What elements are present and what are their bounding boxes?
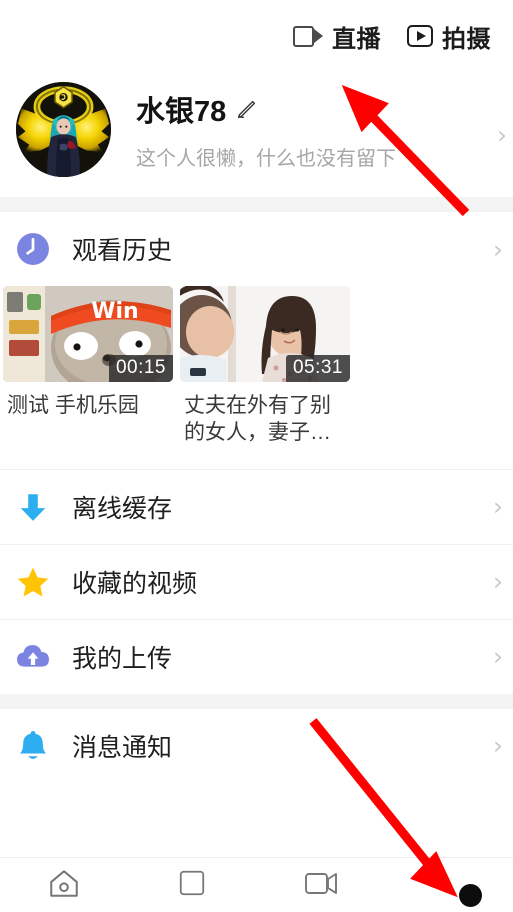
watch-history-chevron-icon: › (493, 234, 503, 264)
nav-square-button[interactable] (128, 868, 256, 903)
video-title: 丈夫在外有了别的女人，妻子却用这... (184, 394, 331, 444)
square-icon (177, 868, 207, 903)
shoot-button-label: 拍摄 (442, 25, 491, 53)
play-square-icon (407, 25, 433, 47)
offline-cache-chevron-icon: › (493, 492, 503, 522)
cloud-upload-icon (16, 640, 50, 674)
video-duration: 05:31 (285, 355, 350, 382)
video-thumbnail[interactable]: 05:31 (180, 286, 350, 382)
notifications-row[interactable]: 消息通知 › (0, 708, 513, 783)
video-camera-icon (293, 25, 323, 47)
pencil-icon[interactable] (236, 99, 257, 120)
video-thumbnail[interactable]: Win 00:15 (3, 286, 173, 382)
watch-history-row[interactable]: 观看历史 › (0, 212, 513, 286)
favorite-videos-chevron-icon: › (493, 567, 503, 597)
video-duration: 00:15 (108, 355, 173, 382)
bottom-navigation-bar (0, 857, 513, 912)
download-arrow-icon (16, 490, 50, 524)
notifications-label: 消息通知 (72, 733, 173, 762)
live-button-label: 直播 (332, 25, 381, 53)
section-divider (0, 197, 513, 212)
video-icon (304, 870, 338, 901)
live-button[interactable]: 直播 (293, 19, 381, 54)
home-icon (47, 866, 81, 905)
watch-history-thumbnails: Win 00:15 测试 手机乐园 05:31 丈夫在外有了别的女人，妻子却 (0, 286, 513, 447)
clock-icon (16, 232, 50, 266)
favorite-videos-row[interactable]: 收藏的视频 › (0, 544, 513, 619)
top-action-bar: 直播 拍摄 (0, 0, 513, 72)
my-uploads-label: 我的上传 (72, 644, 173, 673)
profile-header[interactable]: 水银78 这个人很懒，什么也没有留下 › (0, 72, 513, 197)
history-video-item[interactable]: 05:31 丈夫在外有了别的女人，妻子却用这... (180, 286, 350, 447)
video-title: 测试 手机乐园 (7, 394, 139, 417)
svg-text:Win: Win (91, 299, 138, 324)
profile-info: 水银78 这个人很懒，什么也没有留下 (136, 88, 497, 171)
offline-cache-label: 离线缓存 (72, 494, 173, 523)
history-video-item[interactable]: Win 00:15 测试 手机乐园 (3, 286, 173, 447)
shoot-button[interactable]: 拍摄 (407, 19, 491, 54)
star-icon (16, 565, 50, 599)
profile-description: 这个人很懒，什么也没有留下 (136, 148, 396, 170)
my-uploads-row[interactable]: 我的上传 › (0, 619, 513, 694)
nav-video-button[interactable] (257, 870, 385, 901)
profile-name-row: 水银78 (136, 88, 497, 130)
avatar[interactable] (16, 82, 111, 177)
section-divider (0, 693, 513, 709)
profile-name: 水银78 (136, 96, 227, 128)
nav-home-button[interactable] (0, 866, 128, 905)
cursor-dot (459, 884, 482, 907)
offline-cache-row[interactable]: 离线缓存 › (0, 469, 513, 544)
favorite-videos-label: 收藏的视频 (72, 569, 198, 598)
notifications-chevron-icon: › (493, 731, 503, 761)
my-uploads-chevron-icon: › (493, 642, 503, 672)
profile-chevron-icon: › (497, 120, 507, 149)
watch-history-label: 观看历史 (72, 237, 173, 265)
bell-icon (16, 729, 50, 763)
